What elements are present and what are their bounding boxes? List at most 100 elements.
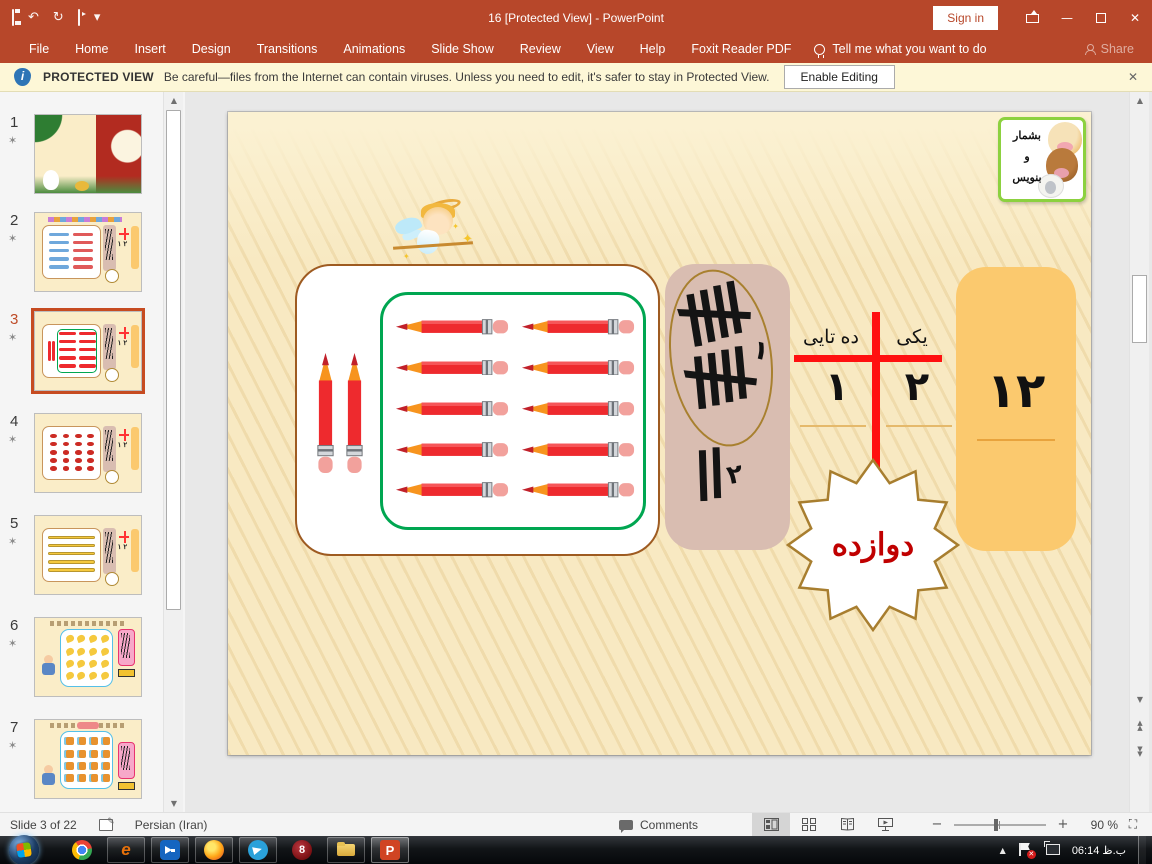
reading-view-button[interactable] bbox=[828, 813, 866, 837]
ribbon-tab-help[interactable]: Help bbox=[627, 37, 679, 61]
slide-thumbnail-1[interactable]: 1✶ bbox=[0, 114, 185, 194]
ribbon-tab-bar: FileHomeInsertDesignTransitionsAnimation… bbox=[0, 35, 1152, 63]
next-slide-button[interactable]: ▼▼ bbox=[1131, 744, 1149, 760]
animation-star-icon: ✶ bbox=[8, 739, 17, 752]
network-display-icon[interactable] bbox=[1044, 844, 1060, 857]
card-line-1: بشمار bbox=[1005, 126, 1049, 147]
slide-canvas[interactable]: بشمار و بنویس ✦✦✦ ۱ ۲ bbox=[228, 112, 1091, 755]
close-button[interactable]: ✕ bbox=[1118, 0, 1152, 35]
close-bar-icon[interactable]: ✕ bbox=[1128, 70, 1138, 84]
share-label: Share bbox=[1101, 42, 1134, 56]
fairy-image: ✦✦✦ bbox=[393, 200, 473, 264]
slide-thumbnail-5[interactable]: 5✶۱ ۲ bbox=[0, 515, 185, 595]
zoom-out-icon[interactable]: − bbox=[930, 817, 944, 832]
spellcheck-icon[interactable] bbox=[99, 818, 113, 831]
slideshow-view-button[interactable] bbox=[866, 813, 904, 837]
ribbon-tab-foxit-reader-pdf[interactable]: Foxit Reader PDF bbox=[678, 37, 804, 61]
ribbon-tab-view[interactable]: View bbox=[574, 37, 627, 61]
comment-icon bbox=[619, 820, 633, 830]
ones-digit: ۲ bbox=[886, 364, 948, 410]
start-button[interactable] bbox=[8, 836, 41, 864]
zoom-percentage[interactable]: 90 % bbox=[1080, 818, 1118, 832]
zoom-slider[interactable] bbox=[954, 824, 1046, 826]
number-word-starburst: دوازده bbox=[786, 458, 960, 632]
comments-button[interactable]: Comments bbox=[605, 818, 712, 832]
vertical-scrollbar[interactable]: ▲ ▼ ▲▲ ▼▼ bbox=[1129, 92, 1149, 812]
ribbon-display-options-icon[interactable] bbox=[1016, 0, 1050, 35]
chrome-icon bbox=[72, 840, 92, 860]
scrollbar-thumb[interactable] bbox=[1132, 275, 1147, 343]
pencil bbox=[317, 352, 334, 479]
taskbar-app-firefox[interactable] bbox=[195, 837, 233, 863]
ribbon-tab-file[interactable]: File bbox=[16, 37, 62, 61]
action-center-flag-icon[interactable]: ✕ bbox=[1018, 843, 1032, 857]
sign-in-button[interactable]: Sign in bbox=[933, 6, 998, 30]
share-button[interactable]: Share bbox=[1085, 42, 1134, 56]
language-indicator[interactable]: Persian (Iran) bbox=[135, 818, 208, 832]
slide-number: 4 bbox=[10, 413, 18, 430]
taskbar-app-red-sphere-app[interactable]: 8 bbox=[283, 837, 321, 863]
taskbar-app-telegram[interactable] bbox=[239, 837, 277, 863]
protected-view-message: Be careful—files from the Internet can c… bbox=[164, 70, 770, 84]
minimize-button[interactable]: — bbox=[1050, 0, 1084, 35]
taskbar-app-download-manager[interactable] bbox=[151, 837, 189, 863]
numeral-card: ۱۲ bbox=[956, 267, 1076, 551]
thumbnail-image[interactable] bbox=[34, 719, 142, 799]
thumbnail-image[interactable]: ۱ ۲ bbox=[34, 212, 142, 292]
ribbon-tab-transitions[interactable]: Transitions bbox=[244, 37, 331, 61]
scroll-up-icon[interactable]: ▲ bbox=[1131, 93, 1149, 109]
ones-header: یکی bbox=[884, 326, 940, 349]
taskbar-app-powerpoint[interactable]: P bbox=[371, 837, 409, 863]
thumbnail-image[interactable] bbox=[34, 114, 142, 194]
taskbar-app-chrome[interactable] bbox=[63, 837, 101, 863]
slide-sorter-view-button[interactable] bbox=[790, 813, 828, 837]
tell-me-box[interactable]: Tell me what you want to do bbox=[814, 42, 986, 56]
slide-number: 6 bbox=[10, 617, 18, 634]
thumbnail-christmas bbox=[35, 115, 141, 193]
start-slideshow-icon[interactable] bbox=[78, 11, 80, 24]
scroll-up-icon[interactable]: ▲ bbox=[165, 92, 183, 109]
taskbar-app-internet-explorer[interactable]: e bbox=[107, 837, 145, 863]
tray-expand-icon[interactable]: ▲ bbox=[1000, 846, 1006, 855]
taskbar-app-file-explorer[interactable] bbox=[327, 837, 365, 863]
thumbnail-image[interactable]: ۱ ۲ bbox=[34, 515, 142, 595]
ribbon-tab-animations[interactable]: Animations bbox=[330, 37, 418, 61]
save-icon[interactable] bbox=[12, 11, 14, 24]
zoom-slider-handle[interactable] bbox=[994, 819, 998, 831]
enable-editing-button[interactable]: Enable Editing bbox=[784, 65, 895, 89]
pencil bbox=[521, 319, 635, 340]
slide-thumbnail-4[interactable]: 4✶۱ ۲ bbox=[0, 413, 185, 493]
restore-button[interactable] bbox=[1084, 0, 1118, 35]
status-bar: Slide 3 of 22 Persian (Iran) Comments bbox=[0, 812, 1152, 836]
slide-thumbnail-6[interactable]: 6✶ bbox=[0, 617, 185, 697]
redo-icon[interactable]: ↻ bbox=[53, 11, 64, 24]
previous-slide-button[interactable]: ▲▲ bbox=[1131, 718, 1149, 734]
number-word: دوازده bbox=[786, 458, 960, 632]
slide-thumbnail-2[interactable]: 2✶۱ ۲ bbox=[0, 212, 185, 292]
ribbon-tab-home[interactable]: Home bbox=[62, 37, 121, 61]
normal-view-button[interactable] bbox=[752, 813, 790, 837]
ribbon-tab-slide-show[interactable]: Slide Show bbox=[418, 37, 507, 61]
thumbnail-image[interactable]: ۱ ۲ bbox=[34, 413, 142, 493]
thumbnail-image[interactable] bbox=[34, 617, 142, 697]
protected-view-label: PROTECTED VIEW bbox=[43, 70, 154, 84]
slide-thumbnail-3[interactable]: 3✶۱ ۲ bbox=[0, 311, 185, 391]
ribbon-tab-insert[interactable]: Insert bbox=[122, 37, 179, 61]
ribbon-tab-review[interactable]: Review bbox=[507, 37, 574, 61]
thumbnail-scrollbar[interactable]: ▲ ▼ bbox=[163, 92, 183, 812]
scroll-down-icon[interactable]: ▼ bbox=[1131, 692, 1149, 708]
scroll-down-icon[interactable]: ▼ bbox=[165, 795, 183, 812]
customize-qat-icon[interactable]: ▾ bbox=[94, 11, 101, 24]
zoom-in-icon[interactable]: + bbox=[1056, 817, 1070, 832]
show-desktop-button[interactable] bbox=[1138, 836, 1146, 864]
slide-thumbnail-7[interactable]: 7✶ bbox=[0, 719, 185, 799]
slide-counter[interactable]: Slide 3 of 22 bbox=[10, 818, 77, 832]
undo-icon[interactable]: ↶ bbox=[28, 11, 39, 24]
ribbon-tabs: FileHomeInsertDesignTransitionsAnimation… bbox=[0, 37, 804, 61]
fit-slide-to-window-icon[interactable]: ⛶ bbox=[1118, 817, 1148, 832]
taskbar-clock[interactable]: 06:14 ب.ظ bbox=[1072, 844, 1126, 857]
scrollbar-thumb[interactable] bbox=[166, 110, 181, 610]
thumbnail-image[interactable]: ۱ ۲ bbox=[34, 311, 142, 391]
taskbar-apps: e 8 P bbox=[63, 836, 409, 864]
ribbon-tab-design[interactable]: Design bbox=[179, 37, 244, 61]
